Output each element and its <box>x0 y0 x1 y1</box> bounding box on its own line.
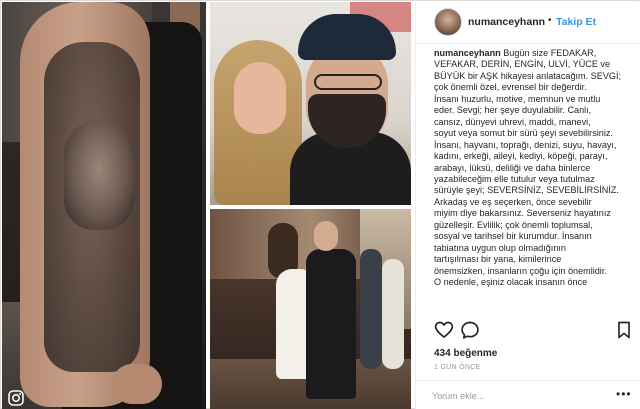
caption-line: çok önemli özel, evrensel bir değerdir. <box>434 82 587 93</box>
separator-dot: • <box>548 15 552 26</box>
post-panel: numanceyhann • Takip Et numanceyhann Bug… <box>415 2 640 409</box>
bookmark-icon[interactable] <box>614 320 634 340</box>
instagram-badge-icon <box>8 390 24 406</box>
caption-line: tabiatına uygun olup olmadığının <box>434 242 566 253</box>
caption-line: önemsizken, insanların çoğu için önemlid… <box>434 265 607 276</box>
avatar[interactable] <box>434 8 462 36</box>
caption-line: cansız, dünyevi uhrevi, maddi, manevi, <box>434 116 591 127</box>
comment-input[interactable] <box>432 388 612 404</box>
woman-face <box>234 62 286 134</box>
post-header: numanceyhann • Takip Et <box>416 2 640 44</box>
photo-dancing-couple[interactable] <box>210 209 411 409</box>
caption-line: sosyal ve tarihsel bir kurumdur. İnsanın <box>434 231 592 242</box>
comment-bar: ••• <box>416 380 640 409</box>
caption-line: güzelleşir. Evlilik; çok önemli toplumsa… <box>434 219 593 230</box>
caption-line: tartışılması bir yana, kimilerince <box>434 254 562 265</box>
caption-line: İnsanı, hayvanı, toprağı, denizi, suyu, … <box>434 139 617 150</box>
follow-button[interactable]: Takip Et <box>556 16 596 28</box>
caption-line: yazabileceğim elle tutulur veya tutulmaz <box>434 173 595 184</box>
caption-line: eder. Sevgi; her şeye duyulabilir. Canlı… <box>434 105 592 116</box>
post-timestamp[interactable]: 1 GÜN ÖNCE <box>434 364 481 371</box>
hand <box>112 364 162 404</box>
post-actions <box>434 320 634 342</box>
photo-tattoo-arm[interactable] <box>2 2 206 409</box>
caption-line: arabayı, lüksü, deliliği ve daha binlerc… <box>434 162 591 173</box>
like-count[interactable]: 434 beğenme <box>434 348 497 359</box>
photo-couple-selfie[interactable] <box>210 2 411 205</box>
post-caption: numanceyhann Bugün size FEDAKAR, VEFAKAR… <box>434 48 636 289</box>
man-glasses <box>314 74 382 90</box>
caption-line: Arkadaş ve eş seçerken, önce sevebilir <box>434 196 592 207</box>
caption-line: O nedenle, eşiniz olacak insanın önce <box>434 277 588 288</box>
username-link[interactable]: numanceyhann <box>468 16 545 28</box>
man-head <box>314 221 338 251</box>
portrait-tattoo <box>64 120 134 230</box>
caption-line: Bugün size FEDAKAR, <box>503 48 597 58</box>
heart-icon[interactable] <box>434 320 454 340</box>
dark-suit <box>306 249 356 399</box>
caption-line: sürüyle şeyi; SEVERSİNİZ, SEVEBİLİRSİNİZ… <box>434 185 619 196</box>
caption-line: kadını, erkeği, aileyi, kediyi, köpeği, … <box>434 151 608 162</box>
caption-line: miyim diye bakarsınız. Severseniz hayatı… <box>434 208 611 219</box>
caption-line: VEFAKAR, DERİN, ENGİN, ULVİ, YÜCE ve <box>434 59 611 70</box>
more-options-icon[interactable]: ••• <box>616 387 632 401</box>
comment-icon[interactable] <box>460 320 480 340</box>
guest-figure <box>360 249 382 369</box>
screenshot-frame: numanceyhann • Takip Et numanceyhann Bug… <box>0 0 640 409</box>
caption-line: İnsanı huzurlu, motive, memnun ve mutlu <box>434 93 601 104</box>
caption-line: BÜYÜK bir AŞK hikayesi anlatacağım. SEVG… <box>434 70 622 81</box>
caption-line: soyut veya somut bir sürü şeyi sevebilir… <box>434 128 613 139</box>
caption-username[interactable]: numanceyhann <box>434 48 501 58</box>
guest-figure <box>382 259 404 369</box>
